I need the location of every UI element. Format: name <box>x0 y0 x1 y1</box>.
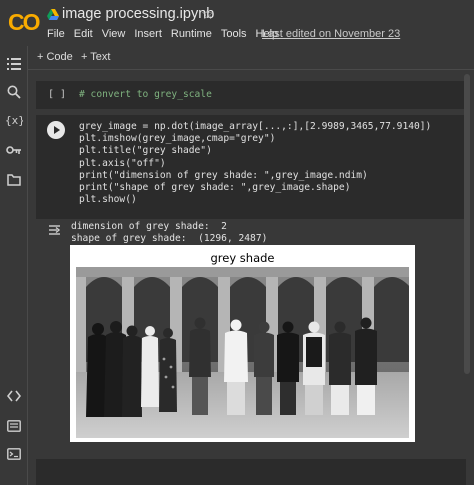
menu-edit[interactable]: Edit <box>74 28 93 40</box>
add-code-button[interactable]: + Code <box>37 51 73 63</box>
output-line: shape of grey shade: (1296, 2487) <box>71 232 268 244</box>
code-cell-next[interactable] <box>36 459 466 485</box>
run-cell-icon[interactable] <box>47 121 65 139</box>
plot-figure: grey shade <box>70 245 415 442</box>
command-palette-icon[interactable] <box>4 416 24 436</box>
add-text-button[interactable]: + Text <box>81 51 110 63</box>
app-header: CO image processing.ipynb ☆ File Edit Vi… <box>0 0 474 46</box>
menu-view[interactable]: View <box>102 28 126 40</box>
code-line: plt.show() <box>79 194 137 206</box>
star-icon[interactable]: ☆ <box>201 5 214 23</box>
google-drive-icon <box>47 9 59 20</box>
colab-logo[interactable]: CO <box>8 9 42 35</box>
last-edited-link[interactable]: Last edited on November 23 <box>262 28 400 40</box>
menu-insert[interactable]: Insert <box>134 28 162 40</box>
notebook-title[interactable]: image processing.ipynb <box>62 6 214 22</box>
notebook-scrollbar[interactable] <box>464 74 470 374</box>
svg-text:CO: CO <box>8 9 40 35</box>
code-line: plt.title("grey shade") <box>79 145 212 157</box>
execution-count: [ ] <box>48 89 67 100</box>
menu-runtime[interactable]: Runtime <box>171 28 212 40</box>
svg-text:{x}: {x} <box>5 114 23 127</box>
output-actions-icon[interactable] <box>48 223 64 237</box>
notebook-toolbar: + Code + Text <box>28 46 474 70</box>
notebook-area: [ ] # convert to grey_scale grey_image =… <box>28 71 474 485</box>
code-line: grey_image = np.dot(image_array[...,:],[… <box>79 121 432 132</box>
variables-icon[interactable]: {x} <box>4 110 24 130</box>
left-sidebar: {x} <box>0 46 28 485</box>
cell-output-text: dimension of grey shade: 2 shape of grey … <box>71 221 267 244</box>
menu-tools[interactable]: Tools <box>221 28 247 40</box>
menu-file[interactable]: File <box>47 28 65 40</box>
code-snippets-icon[interactable] <box>4 386 24 406</box>
search-icon[interactable] <box>4 82 24 102</box>
greyscale-group-photo <box>76 267 409 438</box>
menu-bar: File Edit View Insert Runtime Tools Help <box>47 28 287 40</box>
code-line: print("dimension of grey shade: ",grey_i… <box>79 169 368 181</box>
code-editor[interactable]: grey_image = np.dot(image_array[...,:],[… <box>79 121 431 206</box>
plot-title: grey shade <box>210 251 275 265</box>
code-cell-comment[interactable]: [ ] # convert to grey_scale <box>36 81 466 109</box>
files-folder-icon[interactable] <box>4 170 24 190</box>
code-line[interactable]: # convert to grey_scale <box>79 89 212 101</box>
code-line: plt.axis("off") <box>79 157 166 169</box>
code-line: print("shape of grey shade: ",grey_image… <box>79 182 351 194</box>
output-line: dimension of grey shade: 2 <box>71 221 227 232</box>
table-of-contents-icon[interactable] <box>4 54 24 74</box>
terminal-icon[interactable] <box>4 444 24 464</box>
code-line: plt.imshow(grey_image,cmap="grey") <box>79 133 276 145</box>
code-cell-greyscale[interactable]: grey_image = np.dot(image_array[...,:],[… <box>36 115 466 219</box>
secrets-key-icon[interactable] <box>4 140 24 160</box>
